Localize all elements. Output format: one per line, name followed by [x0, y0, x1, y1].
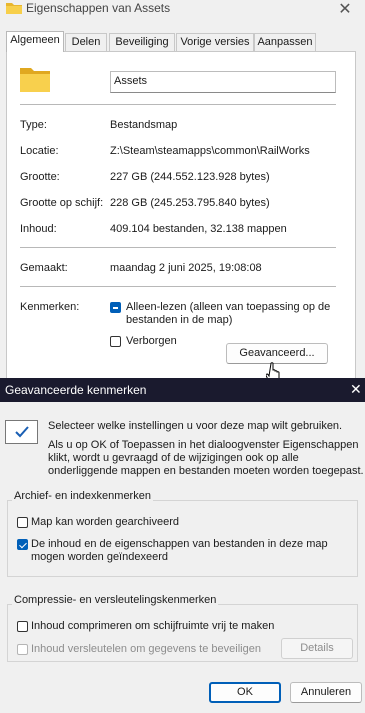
divider — [20, 286, 336, 287]
details-button[interactable]: Details — [281, 638, 353, 659]
size-label: Grootte: — [20, 171, 60, 183]
index-checkbox[interactable] — [17, 539, 28, 550]
cancel-button[interactable]: Annuleren — [290, 682, 362, 703]
divider — [20, 247, 336, 248]
divider — [20, 104, 336, 105]
encrypt-checkbox[interactable] — [17, 644, 28, 655]
close-icon[interactable]: ✕ — [350, 381, 362, 398]
readonly-label: Alleen-lezen (alleen van toepassing op d… — [126, 301, 331, 313]
folder-icon — [20, 68, 50, 92]
hidden-label: Verborgen — [126, 335, 177, 347]
location-label: Locatie: — [20, 145, 59, 157]
contents-label: Inhoud: — [20, 223, 57, 235]
tab-aanpassen[interactable]: Aanpassen — [254, 33, 316, 51]
close-icon[interactable]: ✕ — [336, 0, 354, 18]
tab-delen[interactable]: Delen — [65, 33, 107, 51]
archive-index-group-title: Archief- en indexkenmerken — [12, 490, 153, 502]
window-title: Eigenschappen van Assets — [26, 1, 171, 15]
compress-checkbox[interactable] — [17, 621, 28, 632]
properties-window: Eigenschappen van Assets ✕ Algemeen Dele… — [0, 0, 365, 383]
folder-icon — [6, 3, 22, 14]
dialog-title: Geavanceerde kenmerken — [5, 383, 147, 397]
attributes-label: Kenmerken: — [20, 301, 80, 313]
compress-label: Inhoud comprimeren om schijfruimte vrij … — [31, 620, 275, 632]
index-label-line1: De inhoud en de eigenschappen van bestan… — [31, 538, 328, 550]
checklist-icon — [5, 420, 38, 444]
info-text-line1: Als u op OK of Toepassen in het dialoogv… — [48, 439, 359, 451]
advanced-attributes-dialog: Geavanceerde kenmerken ✕ Selecteer welke… — [0, 378, 365, 713]
folder-name-input[interactable]: Assets — [110, 71, 336, 93]
location-value: Z:\Steam\steamapps\common\RailWorks — [110, 145, 310, 157]
general-panel — [6, 51, 356, 381]
contents-value: 409.104 bestanden, 32.138 mappen — [110, 223, 287, 235]
encrypt-label: Inhoud versleutelen om gegevens te bevei… — [31, 643, 261, 655]
tab-vorige-versies[interactable]: Vorige versies — [176, 33, 254, 51]
type-label: Type: — [20, 119, 47, 131]
readonly-checkbox[interactable] — [110, 302, 121, 313]
created-value: maandag 2 juni 2025, 19:08:08 — [110, 262, 262, 274]
intro-text: Selecteer welke instellingen u voor deze… — [48, 420, 343, 432]
size-on-disk-value: 228 GB (245.253.795.840 bytes) — [110, 197, 270, 209]
ok-button[interactable]: OK — [209, 682, 281, 703]
readonly-label-line2: bestanden in de map) — [126, 314, 233, 326]
tab-algemeen[interactable]: Algemeen — [6, 31, 64, 52]
archive-checkbox[interactable] — [17, 517, 28, 528]
type-value: Bestandsmap — [110, 119, 178, 131]
created-label: Gemaakt: — [20, 262, 68, 274]
tab-beveiliging[interactable]: Beveiliging — [109, 33, 175, 51]
advanced-button[interactable]: Geavanceerd... — [226, 343, 328, 364]
compression-encryption-group-title: Compressie- en versleutelingskenmerken — [12, 594, 219, 606]
title-bar: Eigenschappen van Assets ✕ — [0, 0, 365, 22]
dialog-title-bar: Geavanceerde kenmerken ✕ — [0, 378, 365, 402]
size-value: 227 GB (244.552.123.928 bytes) — [110, 171, 270, 183]
index-label-line2: mogen worden geïndexeerd — [31, 551, 168, 563]
hidden-checkbox[interactable] — [110, 336, 121, 347]
archive-label: Map kan worden gearchiveerd — [31, 516, 179, 528]
info-text-line2: klikt, wordt u gevraagd of de wijziginge… — [48, 452, 299, 464]
info-text-line3: onderliggende mappen en bestanden moeten… — [48, 465, 364, 477]
size-on-disk-label: Grootte op schijf: — [20, 197, 104, 209]
